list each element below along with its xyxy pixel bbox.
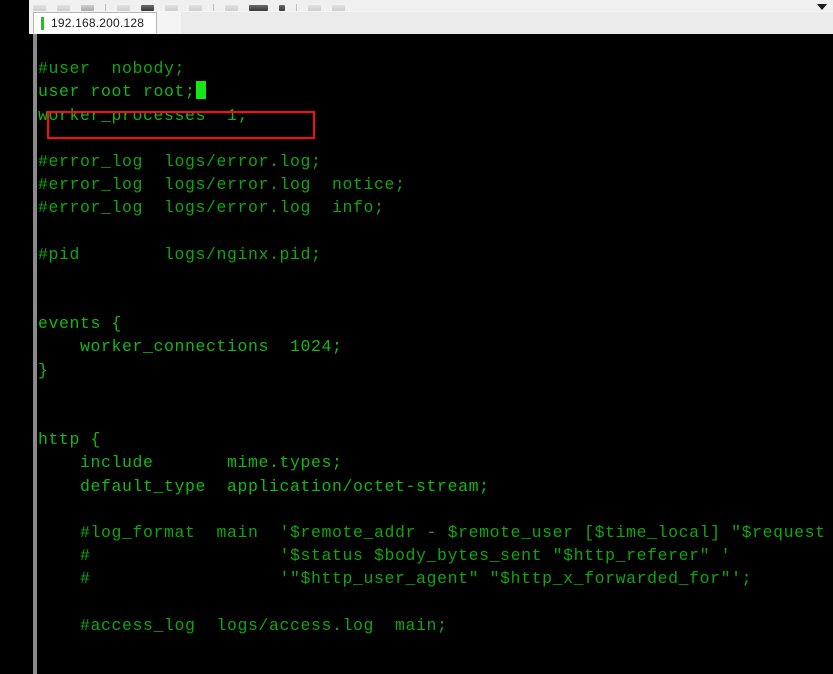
terminal-line: #error_log logs/error.log; <box>38 151 322 171</box>
terminal-line: worker_processes 1; <box>38 105 249 125</box>
terminal-line: events { <box>38 314 123 334</box>
tab-bar-empty-area <box>181 12 833 34</box>
terminal-line: #error_log logs/error.log info; <box>38 198 385 218</box>
terminal-line: http { <box>38 430 102 450</box>
terminal-line: #log_format main '$remote_addr - $remote… <box>38 522 826 542</box>
toolbar-separator-3 <box>296 4 297 11</box>
terminal-line: worker_connections 1024; <box>38 337 343 357</box>
text-cursor <box>195 81 206 100</box>
terminal-line: default_type application/octet-stream; <box>38 476 490 496</box>
terminal-line: #access_log logs/access.log main; <box>38 615 448 635</box>
terminal-line: # '$status $body_bytes_sent "$http_refer… <box>38 546 732 566</box>
toolbar-separator-1 <box>105 4 106 11</box>
terminal-app-window: 192.168.200.128 #user nobody; user root r… <box>0 0 833 674</box>
tab-label: 192.168.200.128 <box>51 16 145 30</box>
tab-192-168-200-128[interactable]: 192.168.200.128 <box>33 12 158 33</box>
tab-status-indicator-icon <box>41 16 44 30</box>
terminal-text-area[interactable]: #user nobody; user root root; worker_proce… <box>38 34 833 674</box>
terminal-line: #pid logs/nginx.pid; <box>38 244 322 264</box>
tab-bar: 192.168.200.128 <box>29 11 833 35</box>
chevron-down-icon[interactable] <box>817 4 827 10</box>
terminal-line: #user nobody; <box>38 59 186 79</box>
terminal-gutter <box>29 34 37 674</box>
terminal-line: include mime.types; <box>38 453 343 473</box>
terminal-line-active: user root root; <box>38 80 833 103</box>
vertical-scrollbar[interactable] <box>33 34 37 674</box>
terminal-line: # '"$http_user_agent" "$http_x_forwarded… <box>38 569 753 589</box>
terminal-line: } <box>38 360 49 380</box>
terminal-line: #error_log logs/error.log notice; <box>38 175 406 195</box>
toolbar-separator-2 <box>213 4 214 11</box>
toolbar-icon-group <box>33 0 345 11</box>
terminal-pane[interactable]: #user nobody; user root root; worker_proce… <box>29 34 833 674</box>
